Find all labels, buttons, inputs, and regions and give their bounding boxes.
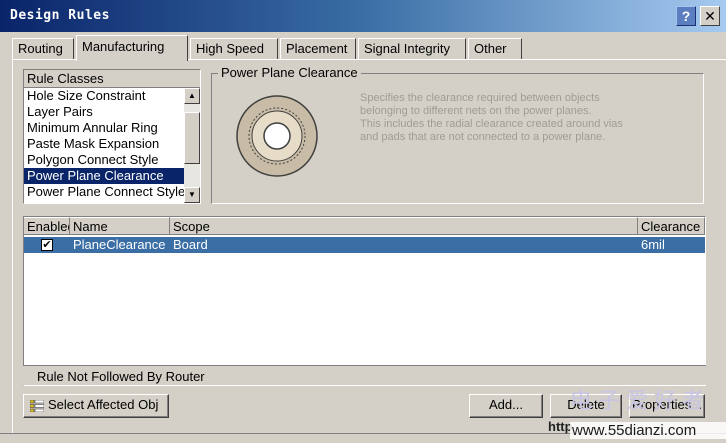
rules-grid[interactable]: Enabled Name Scope Clearance ✔ PlaneClea…: [23, 216, 706, 386]
rule-clearance-cell: 6mil: [641, 237, 665, 252]
description-line: This includes the radial clearance creat…: [360, 118, 623, 130]
router-status: Rule Not Followed By Router: [23, 365, 706, 385]
table-row[interactable]: ✔ PlaneClearance Board 6mil: [24, 237, 705, 253]
plane-clearance-icon: [236, 95, 318, 177]
tab-other[interactable]: Other: [468, 38, 522, 60]
description-line: Specifies the clearance required between…: [360, 92, 600, 104]
tab-routing[interactable]: Routing: [12, 38, 74, 60]
title-bar: Design Rules ? ✕: [0, 0, 726, 32]
close-button[interactable]: ✕: [700, 6, 720, 26]
column-name[interactable]: Name: [70, 217, 170, 235]
select-affected-label: Select Affected Obj: [48, 397, 159, 412]
description-line: belonging to different nets on the power…: [360, 105, 592, 117]
scroll-down-icon[interactable]: ▼: [184, 187, 200, 203]
description-line: and pads that are not connected to a pow…: [360, 131, 606, 143]
column-enabled[interactable]: Enabled: [24, 217, 70, 235]
enabled-checkbox[interactable]: ✔: [41, 239, 53, 251]
rule-scope-cell: Board: [173, 237, 208, 252]
column-scope[interactable]: Scope: [170, 217, 638, 235]
description-text: Specifies the clearance required between…: [360, 92, 660, 144]
rule-classes-list[interactable]: Hole Size Constraint Layer Pairs Minimum…: [24, 88, 184, 203]
list-item[interactable]: Minimum Annular Ring: [24, 120, 184, 136]
rule-classes-scrollbar[interactable]: ▲ ▼: [184, 88, 200, 203]
watermark-cn: 电子爱好者: [570, 388, 711, 413]
list-item-selected[interactable]: Power Plane Clearance: [24, 168, 184, 184]
grid-icon: [30, 400, 44, 412]
watermark-url: www.55dianzi.com: [570, 422, 726, 439]
list-item[interactable]: Power Plane Connect Style: [24, 184, 184, 200]
scroll-up-icon[interactable]: ▲: [184, 88, 200, 104]
list-item[interactable]: Hole Size Constraint: [24, 88, 184, 104]
tab-placement[interactable]: Placement: [280, 38, 356, 60]
watermark-prefix: http: [548, 419, 573, 434]
column-clearance[interactable]: Clearance: [638, 217, 705, 235]
router-status-text: Rule Not Followed By Router: [37, 369, 205, 384]
tab-signal-integrity[interactable]: Signal Integrity: [358, 38, 466, 60]
rule-classes-header: Rule Classes: [24, 70, 200, 88]
list-item[interactable]: Polygon Connect Style: [24, 152, 184, 168]
help-button[interactable]: ?: [676, 6, 696, 26]
tab-manufacturing[interactable]: Manufacturing: [76, 35, 188, 61]
grid-header: Enabled Name Scope Clearance: [24, 217, 705, 235]
add-button[interactable]: Add...: [469, 394, 543, 418]
description-title: Power Plane Clearance: [218, 65, 361, 80]
tab-high-speed[interactable]: High Speed: [190, 38, 278, 60]
rule-classes-panel: Rule Classes Hole Size Constraint Layer …: [23, 69, 201, 204]
window-title: Design Rules: [10, 8, 110, 23]
rule-name-cell: PlaneClearance: [73, 237, 166, 252]
select-affected-objects-button[interactable]: Select Affected Obj: [23, 394, 169, 418]
list-item[interactable]: Paste Mask Expansion: [24, 136, 184, 152]
scroll-thumb[interactable]: [184, 112, 200, 164]
list-item[interactable]: Layer Pairs: [24, 104, 184, 120]
